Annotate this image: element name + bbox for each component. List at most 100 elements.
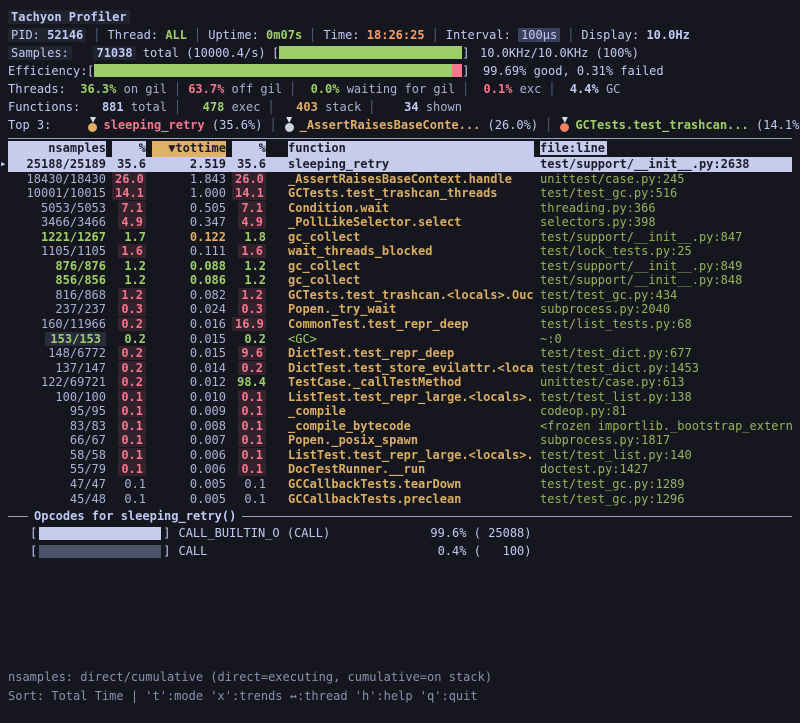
table-row[interactable]: 83/830.10.0080.1_compile_bytecode<frozen…	[0, 419, 800, 434]
cell-ns: 153/153	[8, 332, 106, 347]
separator: │	[187, 28, 208, 42]
cell-p2: 35.6	[232, 157, 266, 172]
cell-p1: 0.1	[112, 404, 146, 419]
top3-line: Top 3: sleeping_retry (35.6%)│_AssertRai…	[0, 116, 800, 134]
cell-ns: 160/11966	[8, 317, 106, 332]
cell-ns: 100/100	[8, 390, 106, 405]
display-label: Display:	[581, 28, 639, 42]
cell-file: ~:0	[540, 332, 792, 347]
uptime-label: Uptime:	[208, 28, 259, 42]
opcodes-title: Opcodes for sleeping_retry()	[28, 509, 242, 523]
table-row[interactable]: 816/8681.20.0821.2GCTests.test_trashcan.…	[0, 288, 800, 303]
cell-fn: DictTest.test_store_evilattr.<local...	[288, 361, 534, 376]
top1-name[interactable]: sleeping_retry	[103, 118, 204, 132]
table-row[interactable]: 47/470.10.0050.1GCCallbackTests.tearDown…	[0, 477, 800, 492]
table-row[interactable]: 18430/1843026.01.84326.0_AssertRaisesBas…	[0, 172, 800, 187]
samples-bar: []	[272, 44, 469, 62]
table-row[interactable]: 153/1530.20.0150.2<GC>~:0	[0, 332, 800, 347]
cell-fn: wait_threads_blocked	[288, 244, 534, 259]
column-header-function[interactable]: function	[288, 141, 534, 157]
table-row[interactable]: 237/2370.30.0240.3Popen._try_waitsubproc…	[0, 302, 800, 317]
column-header-file-line[interactable]: file:line	[540, 141, 792, 157]
table-row[interactable]: 100/1000.10.0100.1ListTest.test_repr_lar…	[0, 390, 800, 405]
cell-ns: 856/856	[8, 273, 106, 288]
table-row[interactable]: 122/697210.20.01298.4TestCase._callTestM…	[0, 375, 800, 390]
column-header-tottime-sorted[interactable]: ▼tottime	[152, 141, 226, 157]
top3-name[interactable]: GCTests.test_trashcan...	[575, 118, 748, 132]
cell-p1: 0.1	[112, 390, 146, 405]
table-row[interactable]: 148/67720.20.0159.6DictTest.test_repr_de…	[0, 346, 800, 361]
cell-fn: gc_collect	[288, 273, 534, 288]
display-value: 10.0Hz	[646, 28, 689, 42]
table-row[interactable]: 58/580.10.0060.1ListTest.test_repr_large…	[0, 448, 800, 463]
cell-p1: 0.2	[112, 332, 146, 347]
separator: │	[86, 28, 107, 42]
separator: │	[425, 28, 446, 42]
cell-tt: 0.082	[152, 288, 226, 303]
table-row[interactable]: 3466/34664.90.3474.9_PollLikeSelector.se…	[0, 215, 800, 230]
separator: │	[302, 28, 323, 42]
cell-file: test/support/__init__.py:849	[540, 259, 792, 274]
table-row[interactable]: 5053/50537.10.5057.1Condition.waitthread…	[0, 201, 800, 216]
table-row[interactable]: 95/950.10.0090.1_compilecodeop.py:81	[0, 404, 800, 419]
cell-file: <frozen importlib._bootstrap_externa	[540, 419, 792, 434]
cell-fn: gc_collect	[288, 230, 534, 245]
efficiency-bar-fill	[94, 64, 462, 77]
table-row[interactable]: 10001/1001514.11.00014.1GCTests.test_tra…	[0, 186, 800, 201]
cell-ns: 816/868	[8, 288, 106, 303]
table-row[interactable]: 137/1470.20.0140.2DictTest.test_store_ev…	[0, 361, 800, 376]
efficiency-text: 99.69% good, 0.31% failed	[483, 64, 664, 78]
time-value: 18:26:25	[367, 28, 425, 42]
separator: │	[167, 82, 188, 96]
table-row[interactable]: 25188/2518935.62.51935.6sleeping_retryte…	[0, 157, 800, 172]
cell-fn: <GC>	[288, 332, 534, 347]
opcodes-section-divider: Opcodes for sleeping_retry()	[0, 508, 800, 524]
efficiency-label: Efficiency:	[8, 64, 87, 78]
top2-name[interactable]: _AssertRaisesBaseConte...	[300, 118, 481, 132]
cell-tt: 0.015	[152, 332, 226, 347]
samples-label: Samples:	[8, 46, 72, 60]
cell-ns: 122/69721	[8, 375, 106, 390]
cell-p2: 16.9	[232, 317, 266, 332]
cell-fn: GCTests.test_trashcan_threads	[288, 186, 534, 201]
gold-medal-icon	[87, 117, 98, 132]
cell-tt: 0.005	[152, 477, 226, 492]
cell-ns: 148/6772	[8, 346, 106, 361]
table-row[interactable]: 45/480.10.0050.1GCCallbackTests.preclean…	[0, 492, 800, 507]
exc-label: exc	[512, 82, 541, 96]
functions-label: Functions:	[8, 100, 80, 114]
cell-p1: 1.2	[112, 273, 146, 288]
uptime-value: 0m07s	[266, 28, 302, 42]
table-row[interactable]: 55/790.10.0060.1DocTestRunner.__rundocte…	[0, 462, 800, 477]
cell-p1: 35.6	[112, 157, 146, 172]
cell-fn: _compile	[288, 404, 534, 419]
pid-label: PID:	[11, 28, 40, 42]
functions-shown-label: shown	[419, 100, 462, 114]
column-header-direct-pct[interactable]: %	[112, 141, 146, 157]
table-row[interactable]: 1221/12671.70.1221.8gc_collecttest/suppo…	[0, 230, 800, 245]
cell-file: unittest/case.py:613	[540, 375, 792, 390]
cell-ns: 55/79	[8, 462, 106, 477]
table-row[interactable]: 856/8561.20.0861.2gc_collecttest/support…	[0, 273, 800, 288]
column-header-cumulative-pct[interactable]: %	[232, 141, 266, 157]
table-row[interactable]: 1105/11051.60.1111.6wait_threads_blocked…	[0, 244, 800, 259]
table-row[interactable]: 66/670.10.0070.1Popen._posix_spawnsubpro…	[0, 433, 800, 448]
pid-value: 52146	[47, 28, 83, 42]
column-header-nsamples[interactable]: nsamples	[8, 141, 106, 157]
profiler-window: Tachyon Profiler PID: 52146│Thread: ALL│…	[0, 0, 800, 723]
cell-fn: GCTests.test_trashcan.<locals>.Ouch...	[288, 288, 534, 303]
cell-p2: 0.1	[232, 419, 266, 434]
table-row[interactable]: 160/119660.20.01616.9CommonTest.test_rep…	[0, 317, 800, 332]
opcode-bar	[39, 545, 161, 558]
status-line: PID: 52146│Thread: ALL│Uptime: 0m07s│Tim…	[0, 26, 800, 44]
table-row[interactable]: 876/8761.20.0881.2gc_collecttest/support…	[0, 259, 800, 274]
threads-line: Threads: 36.3% on gil│63.7% off gil│ 0.0…	[0, 80, 800, 98]
cell-p2: 0.3	[232, 302, 266, 317]
cell-ns: 47/47	[8, 477, 106, 492]
separator: │	[260, 100, 281, 114]
cell-p2: 0.1	[232, 492, 266, 507]
functions-exec-label: exec	[224, 100, 260, 114]
thread-value[interactable]: ALL	[165, 28, 187, 42]
cell-p2: 9.6	[232, 346, 266, 361]
time-label: Time:	[323, 28, 359, 42]
